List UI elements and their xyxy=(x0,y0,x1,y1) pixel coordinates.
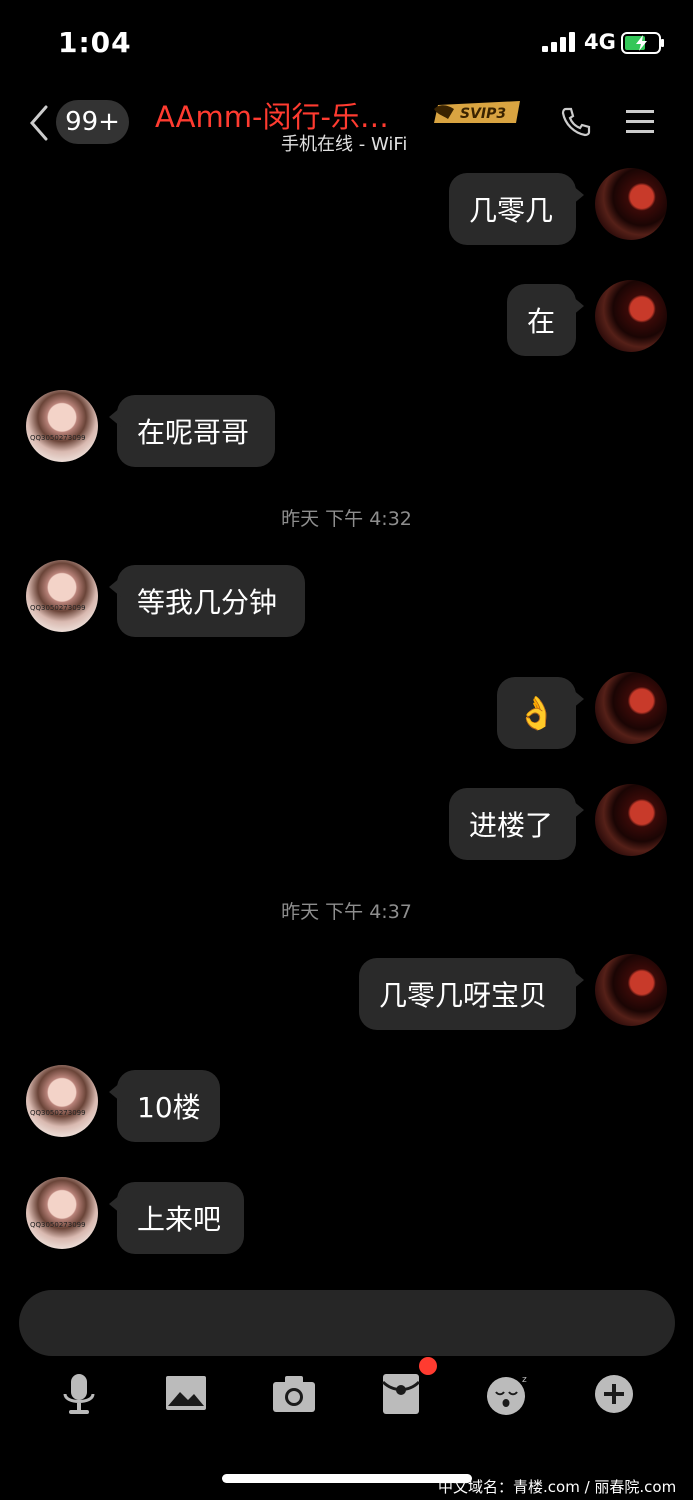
unread-badge[interactable]: 99+ xyxy=(56,100,129,144)
avatar-caption: QQ3050273099 xyxy=(30,1109,86,1117)
message-bubble[interactable]: 👌 xyxy=(497,677,584,749)
svip-badge: SVIP3 xyxy=(434,101,520,123)
my-avatar[interactable] xyxy=(595,280,667,352)
svg-text:z: z xyxy=(522,1375,527,1385)
status-time: 1:04 xyxy=(58,26,132,59)
my-avatar[interactable] xyxy=(595,672,667,744)
message-bubble[interactable]: 等我几分钟 xyxy=(109,565,305,637)
image-icon[interactable] xyxy=(162,1372,210,1416)
my-avatar[interactable] xyxy=(595,168,667,240)
message-bubble[interactable]: 10楼 xyxy=(109,1070,220,1142)
my-avatar[interactable] xyxy=(595,954,667,1026)
message-bubble[interactable]: 在呢哥哥 xyxy=(109,395,275,467)
sticker-icon[interactable]: z xyxy=(484,1372,532,1416)
camera-icon[interactable] xyxy=(270,1372,318,1416)
contact-avatar[interactable]: QQ3050273099 xyxy=(26,1177,98,1249)
message-timestamp: 昨天 下午 4:37 xyxy=(281,901,412,923)
home-indicator xyxy=(222,1474,472,1483)
message-bubble[interactable]: 上来吧 xyxy=(109,1182,244,1254)
avatar-caption: QQ3050273099 xyxy=(30,1221,86,1229)
contact-avatar[interactable]: QQ3050273099 xyxy=(26,560,98,632)
message-bubble[interactable]: 在 xyxy=(507,284,584,356)
message-input[interactable] xyxy=(19,1290,675,1356)
network-type: 4G xyxy=(584,30,616,54)
online-status: 手机在线 - WiFi xyxy=(281,134,408,155)
notification-dot xyxy=(419,1357,437,1375)
message-bubble[interactable]: 几零几 xyxy=(449,173,584,245)
back-icon[interactable] xyxy=(26,104,52,142)
contact-avatar[interactable]: QQ3050273099 xyxy=(26,1065,98,1137)
avatar-caption: QQ3050273099 xyxy=(30,604,86,612)
menu-icon[interactable] xyxy=(624,108,656,136)
red-packet-icon[interactable] xyxy=(377,1372,425,1416)
avatar-caption: QQ3050273099 xyxy=(30,434,86,442)
signal-icon xyxy=(542,32,575,52)
message-bubble[interactable]: 进楼了 xyxy=(449,788,584,860)
contact-avatar[interactable]: QQ3050273099 xyxy=(26,390,98,462)
svip-label: SVIP3 xyxy=(460,106,506,122)
plus-icon[interactable] xyxy=(590,1372,638,1416)
message-bubble[interactable]: 几零几呀宝贝 xyxy=(359,958,584,1030)
message-timestamp: 昨天 下午 4:32 xyxy=(281,508,412,530)
microphone-icon[interactable] xyxy=(55,1372,103,1416)
phone-call-icon[interactable] xyxy=(560,106,592,138)
my-avatar[interactable] xyxy=(595,784,667,856)
battery-icon xyxy=(621,32,664,54)
watermark-text: 中文域名：青楼.com / 丽春院.com xyxy=(438,1478,677,1496)
